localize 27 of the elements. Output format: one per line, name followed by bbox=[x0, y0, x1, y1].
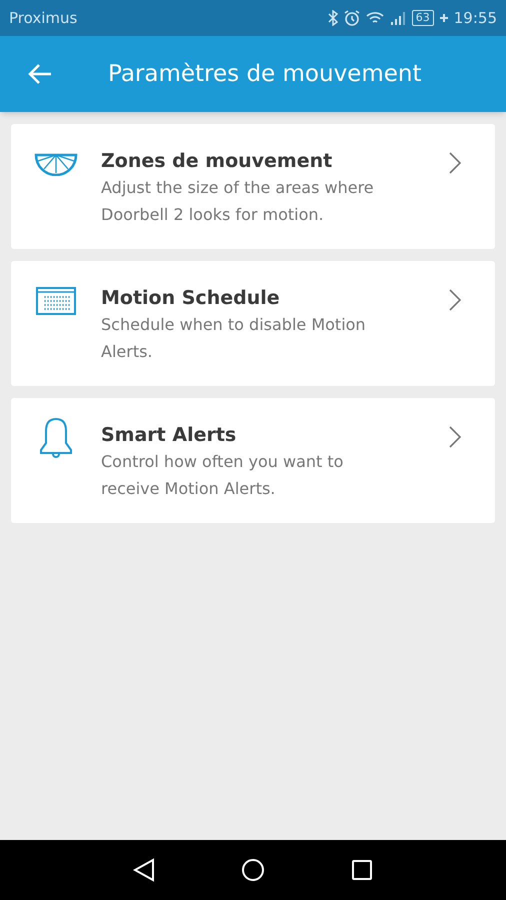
settings-card[interactable]: Motion Schedule Schedule when to disable Motion Alerts. bbox=[11, 261, 495, 386]
alarm-clock-icon bbox=[344, 10, 360, 26]
carrier-name: Proximus bbox=[9, 8, 78, 29]
card-title: Zones de mouvement bbox=[101, 149, 334, 174]
clock-time: 19:55 bbox=[454, 8, 497, 29]
settings-card[interactable]: Zones de mouvement Adjust the size of the areas where Doorbell 2 looks for motion. bbox=[11, 124, 495, 249]
home-circle-icon[interactable] bbox=[241, 858, 265, 882]
screen-title: Paramètres de mouvement bbox=[108, 60, 422, 89]
calendar-icon bbox=[36, 287, 76, 315]
signal-icon bbox=[390, 11, 406, 25]
charging-icon bbox=[440, 14, 448, 22]
back-triangle-icon[interactable] bbox=[133, 858, 155, 882]
settings-card[interactable]: Smart Alerts Control how often you want to receive Motion Alerts. bbox=[11, 398, 495, 523]
chevron-right-icon bbox=[449, 289, 461, 311]
fan-zones-icon bbox=[34, 152, 78, 176]
card-description: Adjust the size of the areas where Doorbell 2 looks for motion. bbox=[101, 177, 375, 226]
battery-indicator: 63 bbox=[412, 10, 434, 26]
wifi-icon bbox=[366, 11, 384, 25]
recents-square-icon[interactable] bbox=[351, 859, 373, 881]
card-title: Motion Schedule bbox=[101, 286, 281, 311]
card-description: Control how often you want to receive Motion Alerts. bbox=[101, 451, 344, 500]
card-description: Schedule when to disable Motion Alerts. bbox=[101, 314, 367, 363]
card-title: Smart Alerts bbox=[101, 423, 238, 448]
chevron-right-icon bbox=[449, 426, 461, 448]
chevron-right-icon bbox=[449, 152, 461, 174]
bluetooth-icon bbox=[328, 10, 338, 26]
bell-icon bbox=[38, 417, 74, 459]
